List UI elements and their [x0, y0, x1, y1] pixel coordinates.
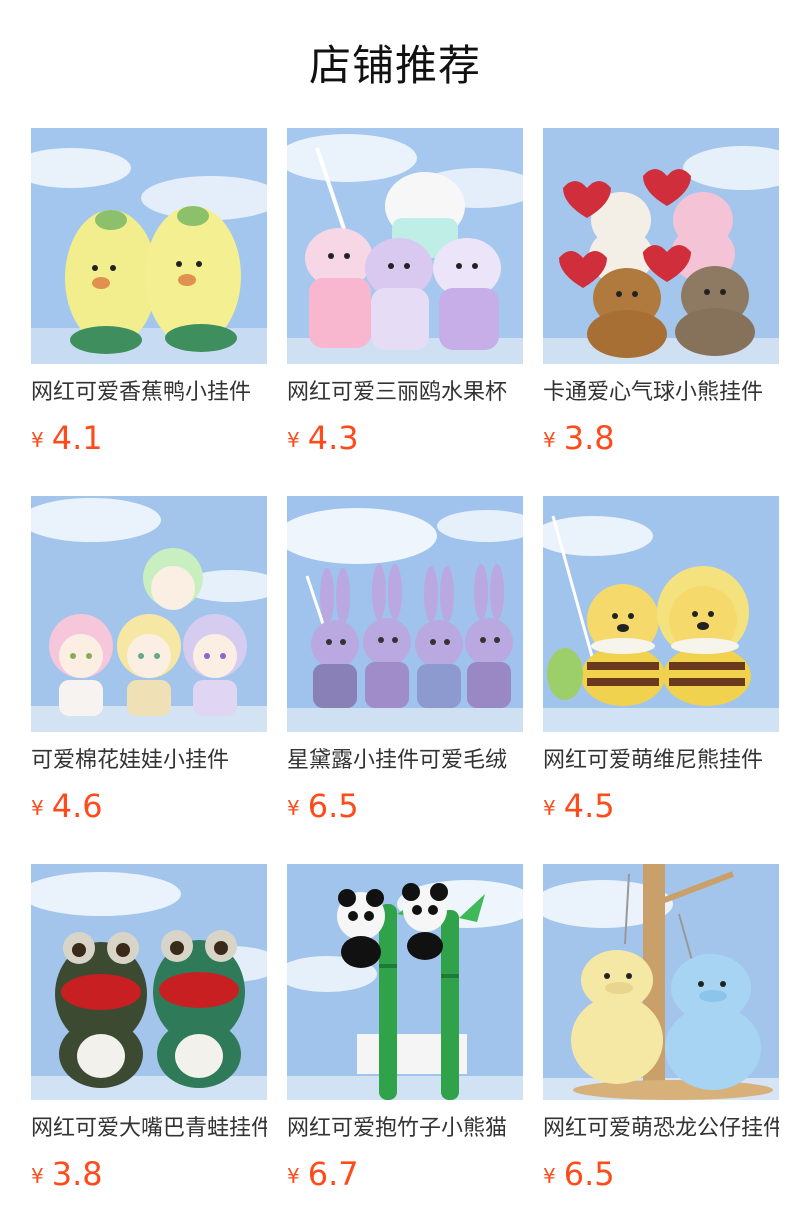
currency-symbol: ¥ [31, 428, 44, 452]
product-card[interactable]: 网红可爱香蕉鸭小挂件 ¥4.1 [31, 128, 267, 458]
product-card[interactable]: 网红可爱三丽鸥水果杯 ¥4.3 [287, 128, 523, 458]
price-value: 6.7 [307, 1155, 359, 1193]
product-name[interactable]: 星黛露小挂件可爱毛绒 [287, 744, 523, 778]
product-card[interactable]: 网红可爱萌恐龙公仔挂件 ¥6.5 [543, 864, 779, 1194]
product-name[interactable]: 网红可爱萌维尼熊挂件 [543, 744, 779, 778]
product-card[interactable]: 可爱棉花娃娃小挂件 ¥4.6 [31, 496, 267, 826]
product-image[interactable] [31, 864, 267, 1100]
product-price: ¥6.5 [287, 784, 359, 834]
product-price: ¥4.5 [543, 784, 615, 834]
product-card[interactable]: 网红可爱大嘴巴青蛙挂件 ¥3.8 [31, 864, 267, 1194]
product-name[interactable]: 网红可爱萌恐龙公仔挂件 [543, 1112, 779, 1146]
product-name[interactable]: 网红可爱大嘴巴青蛙挂件 [31, 1112, 267, 1146]
product-image[interactable] [543, 128, 779, 364]
product-image[interactable] [543, 864, 779, 1100]
currency-symbol: ¥ [31, 1164, 44, 1188]
product-card[interactable]: 卡通爱心气球小熊挂件 ¥3.8 [543, 128, 779, 458]
product-name[interactable]: 可爱棉花娃娃小挂件 [31, 744, 267, 778]
product-name[interactable]: 网红可爱香蕉鸭小挂件 [31, 376, 267, 410]
product-price: ¥6.5 [543, 1152, 615, 1202]
product-card[interactable]: 星黛露小挂件可爱毛绒 ¥6.5 [287, 496, 523, 826]
price-value: 3.8 [563, 419, 615, 457]
price-value: 4.1 [51, 419, 103, 457]
product-card[interactable]: 网红可爱萌维尼熊挂件 ¥4.5 [543, 496, 779, 826]
currency-symbol: ¥ [543, 1164, 556, 1188]
price-value: 4.3 [307, 419, 359, 457]
currency-symbol: ¥ [543, 796, 556, 820]
product-image[interactable] [31, 128, 267, 364]
product-price: ¥3.8 [31, 1152, 103, 1202]
product-name[interactable]: 卡通爱心气球小熊挂件 [543, 376, 779, 410]
currency-symbol: ¥ [31, 796, 44, 820]
product-name[interactable]: 网红可爱三丽鸥水果杯 [287, 376, 523, 410]
currency-symbol: ¥ [287, 1164, 300, 1188]
product-image[interactable] [287, 496, 523, 732]
product-price: ¥4.3 [287, 416, 359, 466]
product-name[interactable]: 网红可爱抱竹子小熊猫 [287, 1112, 523, 1146]
product-price: ¥3.8 [543, 416, 615, 466]
product-price: ¥4.6 [31, 784, 103, 834]
product-image[interactable] [287, 864, 523, 1100]
product-grid: 网红可爱香蕉鸭小挂件 ¥4.1 网红可爱三丽鸥水果杯 ¥ 4.3 卡通爱心气球小… [0, 0, 790, 1232]
price-value: 4.5 [563, 787, 615, 825]
product-card[interactable]: 网红可爱抱竹子小熊猫 ¥6.7 [287, 864, 523, 1194]
product-price: ¥6.7 [287, 1152, 359, 1202]
price-value: 6.5 [563, 1155, 615, 1193]
product-image[interactable] [31, 496, 267, 732]
price-value: 4.6 [51, 787, 103, 825]
product-price: ¥4.1 [31, 416, 103, 466]
currency-symbol: ¥ [543, 428, 556, 452]
price-value: 6.5 [307, 787, 359, 825]
product-image[interactable] [287, 128, 523, 364]
price-value: 3.8 [51, 1155, 103, 1193]
currency-symbol: ¥ [287, 796, 300, 820]
product-image[interactable] [543, 496, 779, 732]
currency-symbol: ¥ [287, 428, 300, 452]
